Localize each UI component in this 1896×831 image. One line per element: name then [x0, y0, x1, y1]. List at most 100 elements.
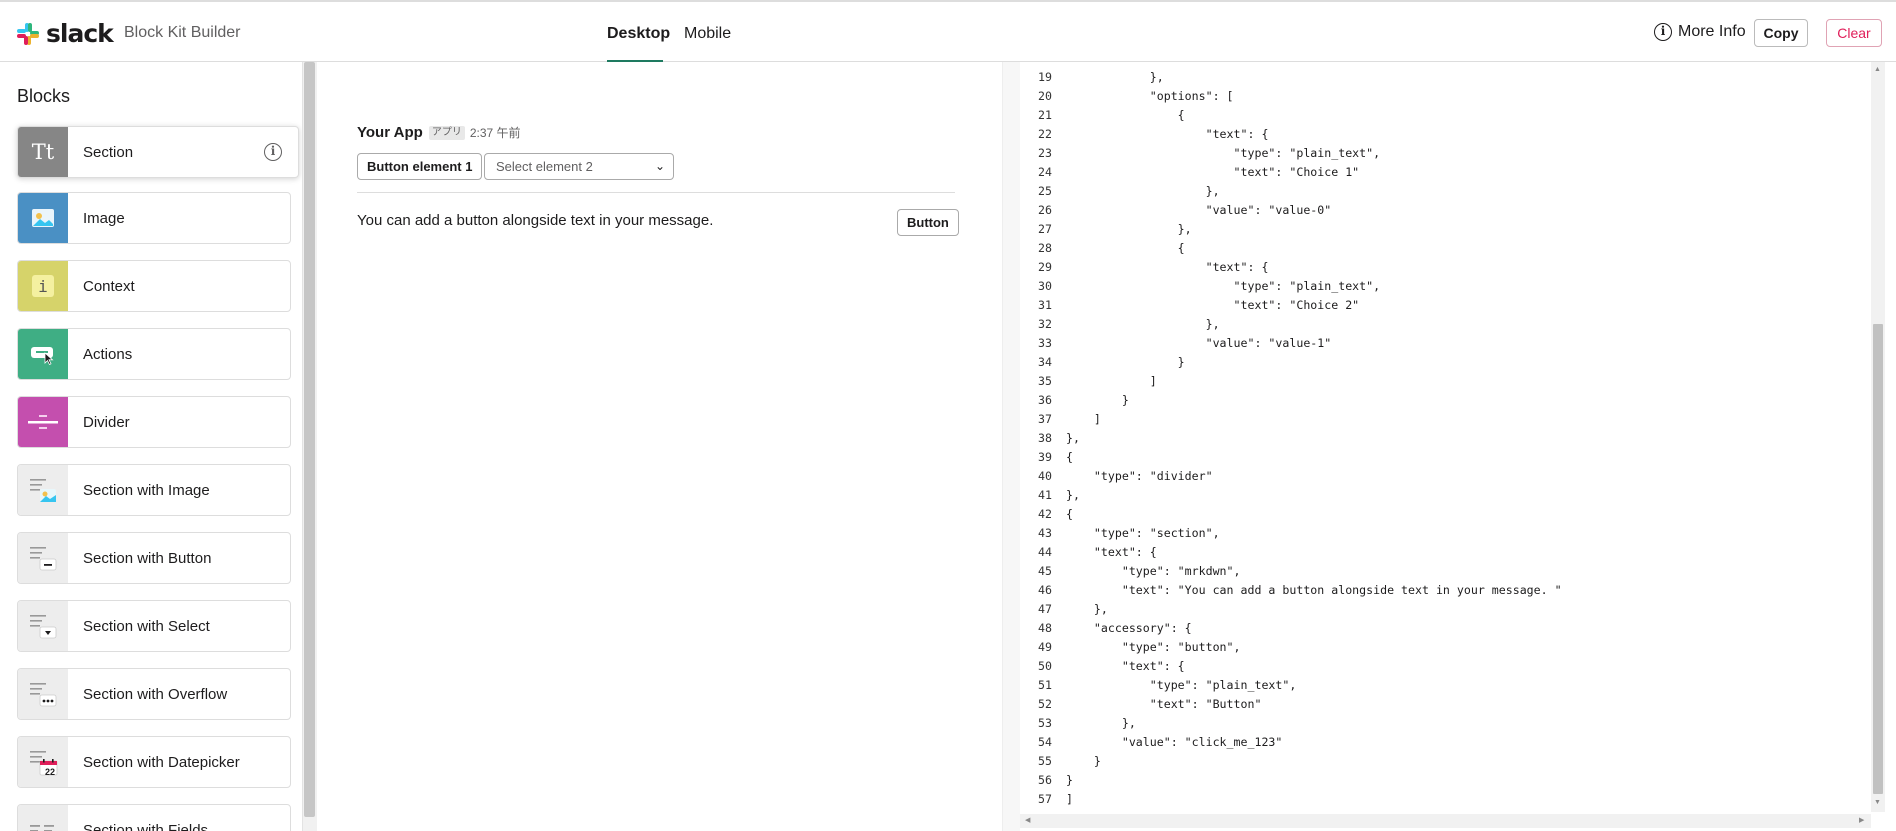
code-line[interactable]: 32 },: [1020, 315, 1562, 334]
code-line[interactable]: 57]: [1020, 790, 1562, 809]
select-element-2[interactable]: Select element 2 ⌄: [484, 153, 674, 180]
code-text[interactable]: "type": "mrkdwn",: [1066, 562, 1241, 581]
code-line[interactable]: 19 },: [1020, 68, 1562, 87]
slack-logo[interactable]: slack: [16, 21, 114, 47]
block-section-with-datepicker[interactable]: 22 Section with Datepicker: [17, 736, 291, 788]
sidebar-scrollbar-thumb[interactable]: [304, 62, 315, 817]
code-text[interactable]: },: [1066, 429, 1080, 448]
code-line[interactable]: 42 {: [1020, 505, 1562, 524]
block-divider[interactable]: Divider: [17, 396, 291, 448]
code-line[interactable]: 48 "accessory": {: [1020, 619, 1562, 638]
code-text[interactable]: "value": "value-1": [1066, 334, 1332, 353]
code-line[interactable]: 44 "text": {: [1020, 543, 1562, 562]
block-section-with-fields[interactable]: Section with Fields: [17, 804, 291, 831]
code-text[interactable]: },: [1066, 182, 1220, 201]
code-line[interactable]: 43 "type": "section",: [1020, 524, 1562, 543]
code-text[interactable]: ]: [1066, 372, 1157, 391]
block-actions[interactable]: Actions: [17, 328, 291, 380]
code-text[interactable]: "type": "section",: [1066, 524, 1220, 543]
code-line[interactable]: 41},: [1020, 486, 1562, 505]
block-image[interactable]: Image: [17, 192, 291, 244]
code-line[interactable]: 52 "text": "Button": [1020, 695, 1562, 714]
code-line[interactable]: 29 "text": {: [1020, 258, 1562, 277]
code-text[interactable]: "type": "plain_text",: [1066, 144, 1381, 163]
block-section-with-image[interactable]: Section with Image: [17, 464, 291, 516]
code-text[interactable]: }: [1066, 353, 1185, 372]
copy-button[interactable]: Copy: [1754, 19, 1808, 47]
code-text[interactable]: "text": {: [1066, 125, 1269, 144]
code-text[interactable]: },: [1066, 315, 1220, 334]
code-text[interactable]: {: [1066, 239, 1185, 258]
editor-vertical-scrollbar-thumb[interactable]: [1873, 324, 1883, 794]
message-timestamp[interactable]: 2:37 午前: [470, 124, 521, 141]
code-text[interactable]: ]: [1066, 410, 1101, 429]
code-line[interactable]: 27 },: [1020, 220, 1562, 239]
code-line[interactable]: 45 "type": "mrkdwn",: [1020, 562, 1562, 581]
code-text[interactable]: }: [1066, 752, 1101, 771]
code-line[interactable]: 24 "text": "Choice 1": [1020, 163, 1562, 182]
code-text[interactable]: "type": "divider": [1066, 467, 1213, 486]
code-line[interactable]: 38},: [1020, 429, 1562, 448]
code-text[interactable]: ]: [1066, 790, 1073, 809]
code-line[interactable]: 55 }: [1020, 752, 1562, 771]
code-line[interactable]: 25 },: [1020, 182, 1562, 201]
code-text[interactable]: {: [1066, 106, 1185, 125]
code-text[interactable]: "type": "button",: [1066, 638, 1241, 657]
tab-mobile[interactable]: Mobile: [684, 25, 731, 43]
scroll-up-arrow-icon[interactable]: ▲: [1874, 66, 1881, 73]
code-line[interactable]: 22 "text": {: [1020, 125, 1562, 144]
code-text[interactable]: "text": {: [1066, 657, 1185, 676]
code-line[interactable]: 53 },: [1020, 714, 1562, 733]
code-line[interactable]: 35 ]: [1020, 372, 1562, 391]
code-text[interactable]: "text": "Choice 1": [1066, 163, 1360, 182]
code-text[interactable]: "value": "value-0": [1066, 201, 1332, 220]
code-text[interactable]: {: [1066, 448, 1073, 467]
json-editor[interactable]: 19 }, 20 "options": [21 {22 "text": {23 "…: [1002, 62, 1896, 831]
code-text[interactable]: "options": [: [1066, 87, 1234, 106]
code-line[interactable]: 30 "type": "plain_text",: [1020, 277, 1562, 296]
code-text[interactable]: },: [1066, 714, 1136, 733]
code-text[interactable]: },: [1066, 220, 1192, 239]
code-text[interactable]: },: [1066, 486, 1080, 505]
code-text[interactable]: }: [1066, 391, 1129, 410]
code-line[interactable]: 28 {: [1020, 239, 1562, 258]
code-lines[interactable]: 19 }, 20 "options": [21 {22 "text": {23 "…: [1020, 68, 1562, 809]
code-text[interactable]: "type": "plain_text",: [1066, 676, 1297, 695]
info-icon[interactable]: i: [264, 143, 282, 161]
code-line[interactable]: 39 {: [1020, 448, 1562, 467]
block-section-with-select[interactable]: Section with Select: [17, 600, 291, 652]
scroll-right-arrow-icon[interactable]: ▶: [1859, 816, 1864, 824]
code-text[interactable]: "text": {: [1066, 258, 1269, 277]
scroll-left-arrow-icon[interactable]: ◀: [1025, 816, 1030, 824]
code-text[interactable]: "text": {: [1066, 543, 1157, 562]
code-line[interactable]: 26 "value": "value-0": [1020, 201, 1562, 220]
code-line[interactable]: 50 "text": {: [1020, 657, 1562, 676]
code-line[interactable]: 37 ]: [1020, 410, 1562, 429]
code-text[interactable]: "text": "You can add a button alongside …: [1066, 581, 1562, 600]
code-line[interactable]: 56}: [1020, 771, 1562, 790]
code-line[interactable]: 51 "type": "plain_text",: [1020, 676, 1562, 695]
code-line[interactable]: 40 "type": "divider": [1020, 467, 1562, 486]
code-line[interactable]: 33 "value": "value-1": [1020, 334, 1562, 353]
accessory-button[interactable]: Button: [897, 209, 959, 236]
code-text[interactable]: "type": "plain_text",: [1066, 277, 1381, 296]
code-line[interactable]: 23 "type": "plain_text",: [1020, 144, 1562, 163]
code-line[interactable]: 46 "text": "You can add a button alongsi…: [1020, 581, 1562, 600]
code-text[interactable]: }: [1066, 771, 1073, 790]
code-line[interactable]: 20 "options": [: [1020, 87, 1562, 106]
code-line[interactable]: 36 }: [1020, 391, 1562, 410]
button-element-1[interactable]: Button element 1: [357, 153, 483, 180]
block-section[interactable]: Tt Section i: [17, 126, 299, 178]
code-text[interactable]: },: [1066, 600, 1108, 619]
code-line[interactable]: 49 "type": "button",: [1020, 638, 1562, 657]
code-line[interactable]: 21 {: [1020, 106, 1562, 125]
code-line[interactable]: 31 "text": "Choice 2": [1020, 296, 1562, 315]
more-info-link[interactable]: i More Info: [1654, 23, 1746, 41]
code-text[interactable]: },: [1066, 68, 1164, 87]
clear-button[interactable]: Clear: [1826, 19, 1882, 47]
code-text[interactable]: "text": "Button": [1066, 695, 1262, 714]
block-section-with-overflow[interactable]: Section with Overflow: [17, 668, 291, 720]
code-text[interactable]: "value": "click_me_123": [1066, 733, 1283, 752]
code-line[interactable]: 54 "value": "click_me_123": [1020, 733, 1562, 752]
code-line[interactable]: 47 },: [1020, 600, 1562, 619]
